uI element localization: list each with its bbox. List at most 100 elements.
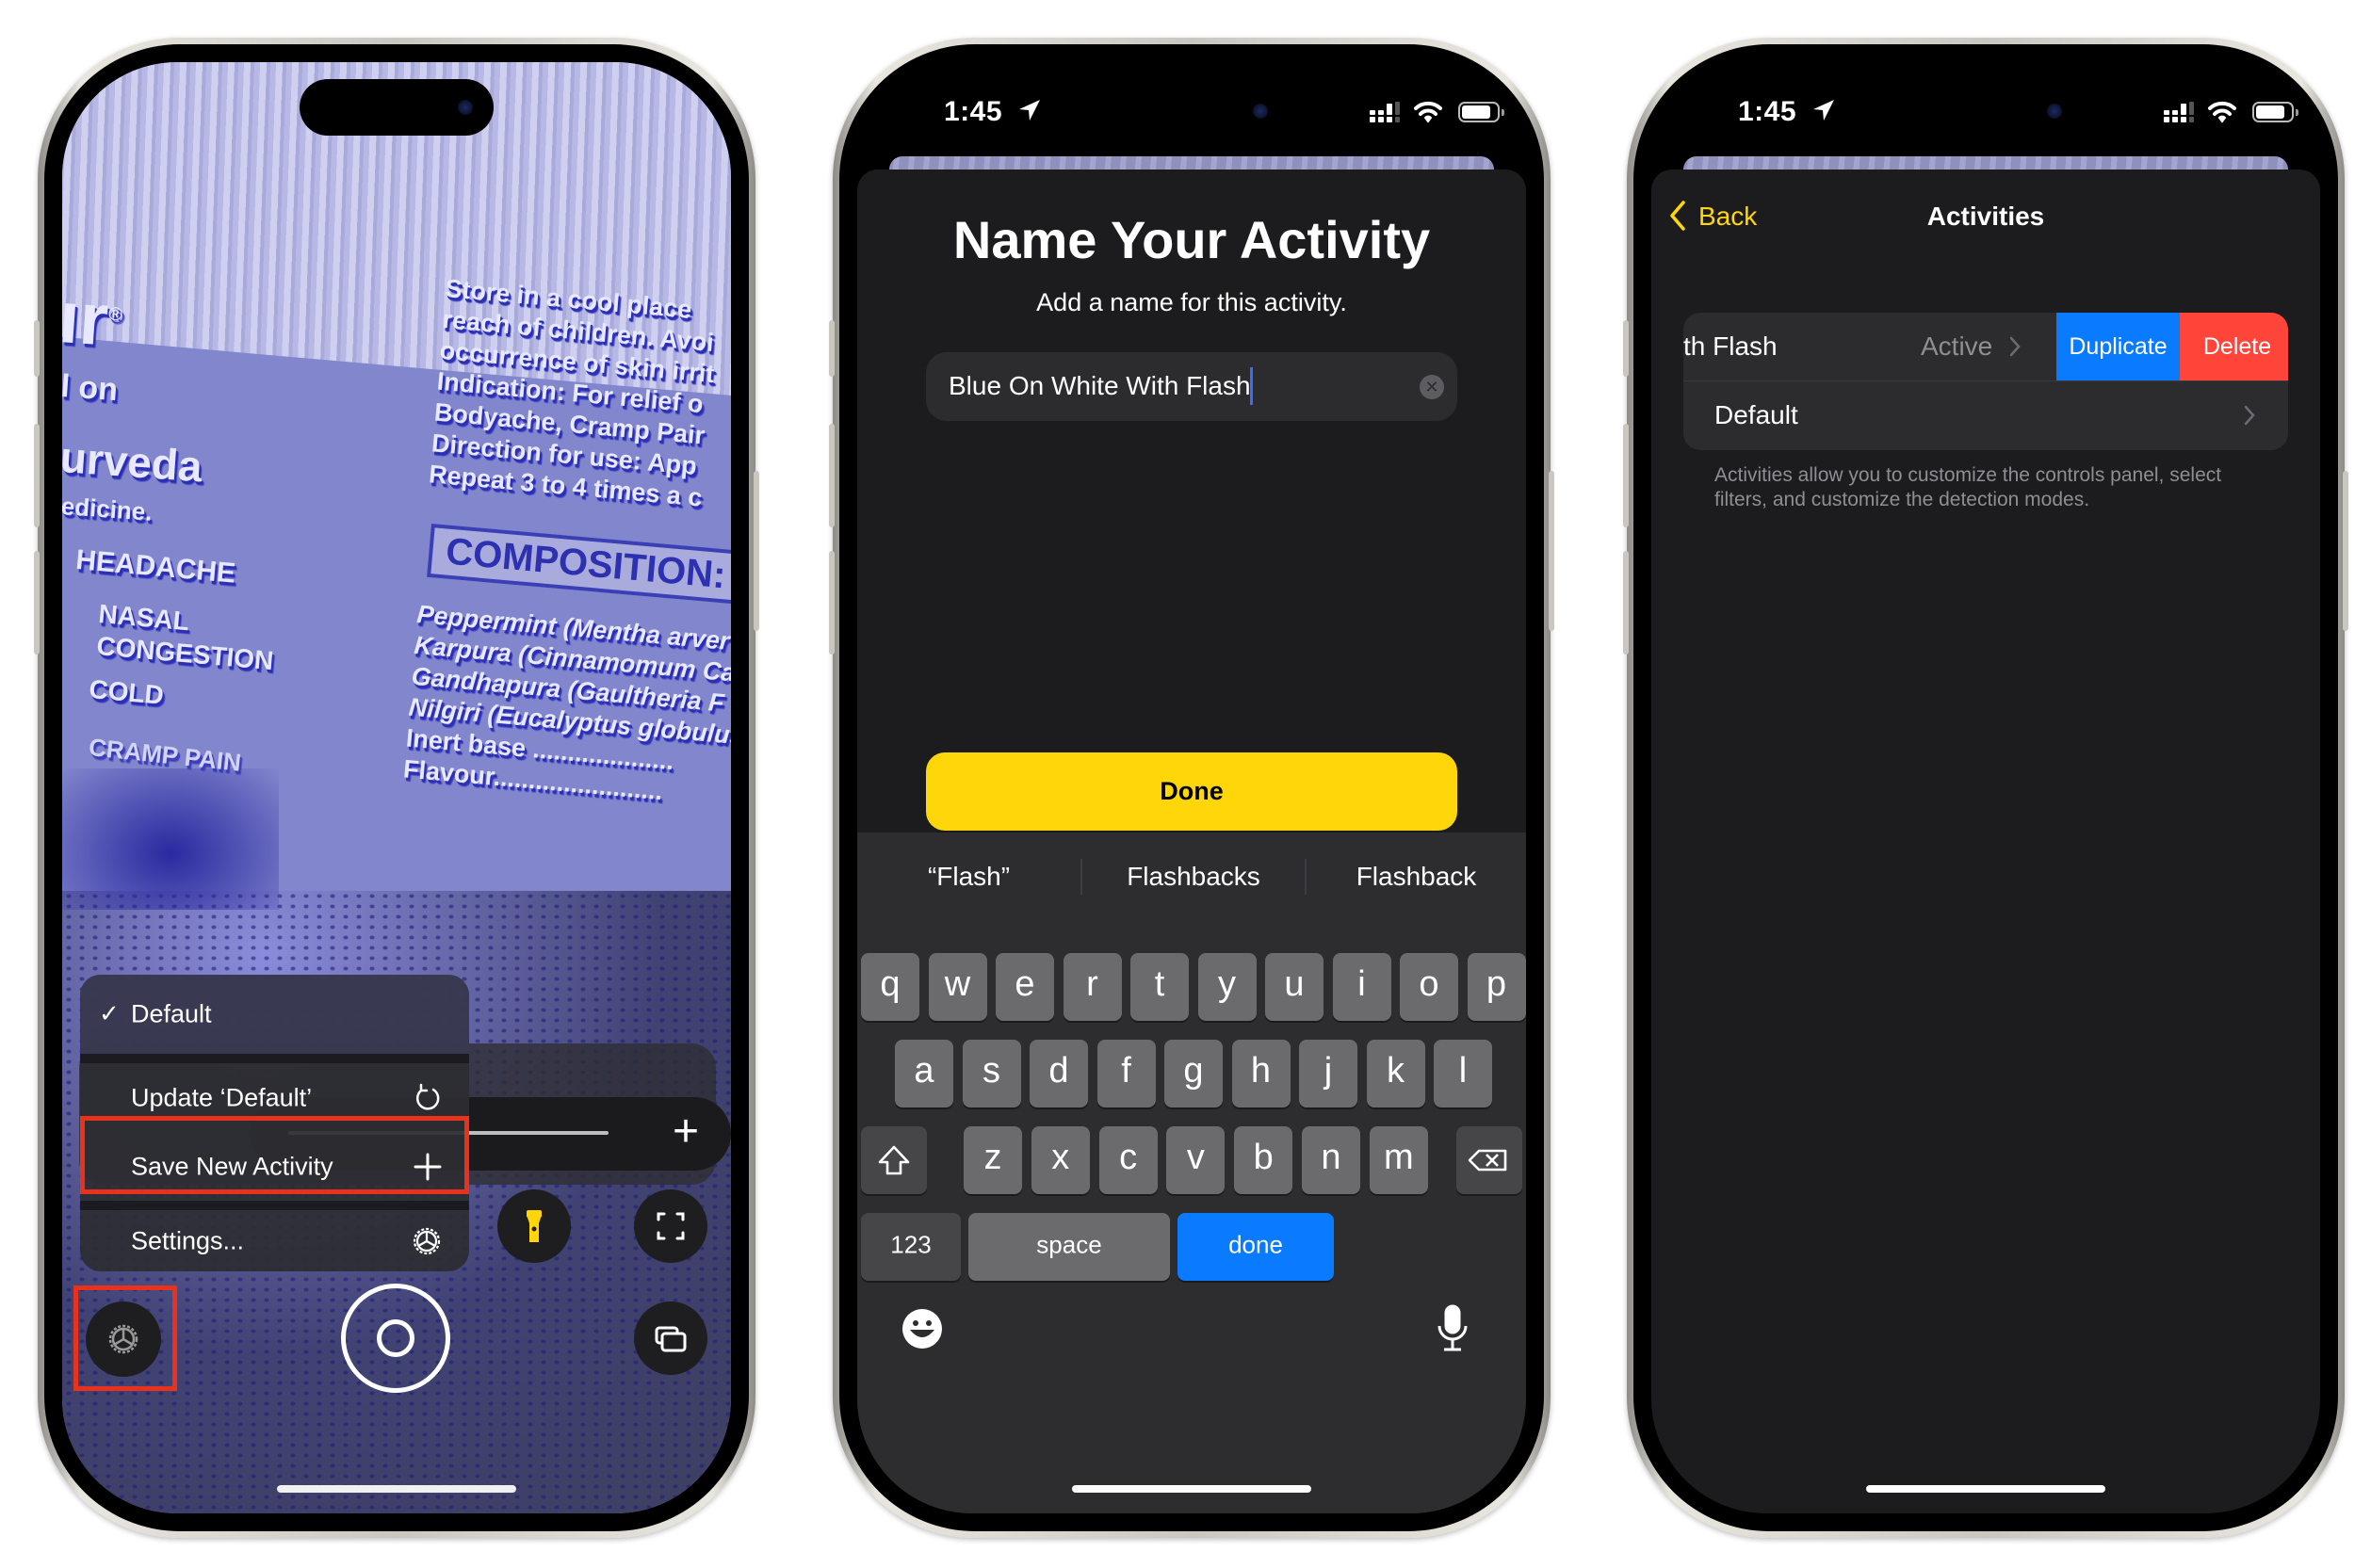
key-s[interactable]: s: [962, 1040, 1021, 1107]
return-done-key[interactable]: done: [1177, 1213, 1334, 1281]
key-x[interactable]: x: [1031, 1126, 1090, 1194]
dynamic-island: [1889, 83, 2083, 139]
activity-row-swiped[interactable]: th Flash Active Duplicate Delete: [1683, 313, 2288, 380]
suggestion-item[interactable]: Flashbacks: [1082, 844, 1305, 910]
cellular-signal-icon: [1370, 102, 1400, 122]
name-activity-screen: 1:45 Name Your Activity Add a name for t…: [857, 62, 1526, 1513]
name-activity-sheet: Name Your Activity Add a name for this a…: [857, 170, 1526, 1513]
label-use: COLD: [88, 674, 166, 710]
key-d[interactable]: d: [1030, 1040, 1088, 1107]
delete-key[interactable]: [1456, 1126, 1522, 1194]
key-f[interactable]: f: [1096, 1040, 1156, 1107]
emoji-icon[interactable]: [901, 1307, 944, 1350]
shutter-button[interactable]: [341, 1284, 450, 1393]
activity-status: Active: [1921, 331, 1993, 361]
refresh-icon: [415, 1083, 440, 1110]
sheet-title: Name Your Activity: [952, 210, 1431, 269]
key-p[interactable]: p: [1467, 953, 1526, 1021]
key-t[interactable]: t: [1130, 953, 1189, 1021]
key-b[interactable]: b: [1234, 1126, 1293, 1194]
home-indicator: [277, 1485, 516, 1493]
label-text: l on: [62, 368, 120, 409]
suggestion-item[interactable]: “Flash”: [857, 844, 1080, 910]
activities-footer-note: Activities allow you to customize the co…: [1714, 464, 2222, 510]
chevron-right-icon: [2009, 336, 2021, 357]
side-button: [754, 471, 759, 631]
volume-down-button: [34, 551, 40, 655]
menu-item-settings[interactable]: Settings...: [80, 1210, 469, 1271]
activity-row-label: th Flash: [1683, 331, 1778, 361]
menu-item-label: Update ‘Default’: [131, 1083, 313, 1111]
flashlight-icon: [527, 1210, 542, 1242]
keyboard: “Flash” Flashbacks Flashback qwertyuiop a…: [857, 832, 1526, 1513]
battery-icon: [2252, 102, 2298, 122]
status-time: 1:45: [1738, 96, 1797, 127]
key-n[interactable]: n: [1302, 1126, 1360, 1194]
key-j[interactable]: j: [1299, 1040, 1357, 1107]
cellular-signal-icon: [2164, 102, 2194, 122]
backspace-icon: [1468, 1149, 1507, 1172]
shift-arrow-icon: [878, 1145, 910, 1175]
key-v[interactable]: v: [1166, 1126, 1226, 1194]
numbers-key[interactable]: 123: [861, 1213, 961, 1281]
label-composition-block: Peppermint (Mentha arver Karpura (Cinnam…: [401, 599, 731, 806]
home-indicator: [1866, 1485, 2105, 1493]
activities-screen: 1:45 Back Activities th Flash Active Dup…: [1651, 62, 2320, 1513]
key-k[interactable]: k: [1366, 1040, 1425, 1107]
key-z[interactable]: z: [964, 1126, 1022, 1194]
key-l[interactable]: l: [1434, 1040, 1492, 1107]
suggestion-bar: “Flash” Flashbacks Flashback: [857, 844, 1526, 910]
gear-icon: [413, 1227, 441, 1254]
activity-name-value: Blue On White With Flash: [949, 371, 1251, 400]
label-text: urveda: [62, 431, 204, 492]
home-indicator: [1072, 1485, 1311, 1493]
key-h[interactable]: h: [1231, 1040, 1291, 1107]
clear-x-icon: ✕: [1424, 378, 1439, 396]
activity-name-input[interactable]: Blue On White With Flash ✕: [926, 352, 1457, 421]
key-g[interactable]: g: [1164, 1040, 1223, 1107]
copies-icon: [655, 1326, 687, 1352]
space-key[interactable]: space: [968, 1213, 1170, 1281]
location-arrow-icon: [1813, 100, 1834, 121]
magnifier-screen: ır® l on urveda edicine. HEADACHE NASAL …: [62, 62, 731, 1513]
suggestion-item[interactable]: Flashback: [1307, 844, 1526, 910]
activity-row-default[interactable]: Default: [1683, 381, 2288, 450]
key-m[interactable]: m: [1369, 1126, 1428, 1194]
microphone-icon[interactable]: [1434, 1303, 1471, 1354]
zoom-in-icon[interactable]: +: [673, 1108, 699, 1156]
key-i[interactable]: i: [1332, 953, 1391, 1021]
key-w[interactable]: w: [928, 953, 987, 1021]
key-u[interactable]: u: [1265, 953, 1324, 1021]
key-e[interactable]: e: [996, 953, 1054, 1021]
fullscreen-button[interactable]: [634, 1189, 707, 1263]
key-q[interactable]: q: [861, 953, 919, 1021]
shift-key[interactable]: [861, 1126, 927, 1194]
action-button: [34, 320, 40, 377]
chevron-right-icon: [2244, 405, 2255, 426]
highlight-save-new-activity: [80, 1116, 469, 1194]
highlight-settings-button: [73, 1285, 177, 1391]
delete-button[interactable]: Delete: [2180, 313, 2288, 380]
wifi-icon: [2208, 101, 2236, 123]
key-y[interactable]: y: [1197, 953, 1257, 1021]
menu-item-default[interactable]: ✓ Default: [80, 975, 469, 1054]
status-time: 1:45: [944, 96, 1003, 127]
done-button[interactable]: Done: [926, 752, 1457, 831]
menu-item-label: Settings...: [131, 1226, 245, 1254]
key-r[interactable]: r: [1063, 953, 1122, 1021]
dynamic-island: [1095, 83, 1289, 139]
nav-title: Activities: [1926, 202, 2045, 231]
key-c[interactable]: c: [1098, 1126, 1158, 1194]
flashlight-button[interactable]: [497, 1189, 571, 1263]
key-a[interactable]: a: [895, 1040, 953, 1107]
label-store-block: Store in a cool place reach of children.…: [428, 273, 716, 512]
shutter-inner-ring-icon: [377, 1319, 414, 1357]
phone-left: ır® l on urveda edicine. HEADACHE NASAL …: [34, 38, 759, 1538]
key-o[interactable]: o: [1400, 953, 1458, 1021]
expand-corners-icon: [657, 1212, 685, 1240]
phone-right: 1:45 Back Activities th Flash Active Dup…: [1623, 38, 2348, 1538]
duplicate-button[interactable]: Duplicate: [2056, 313, 2180, 380]
text-cursor: [1250, 367, 1253, 405]
clear-text-button[interactable]: ✕: [1420, 375, 1444, 399]
freeze-frames-button[interactable]: [634, 1301, 707, 1375]
